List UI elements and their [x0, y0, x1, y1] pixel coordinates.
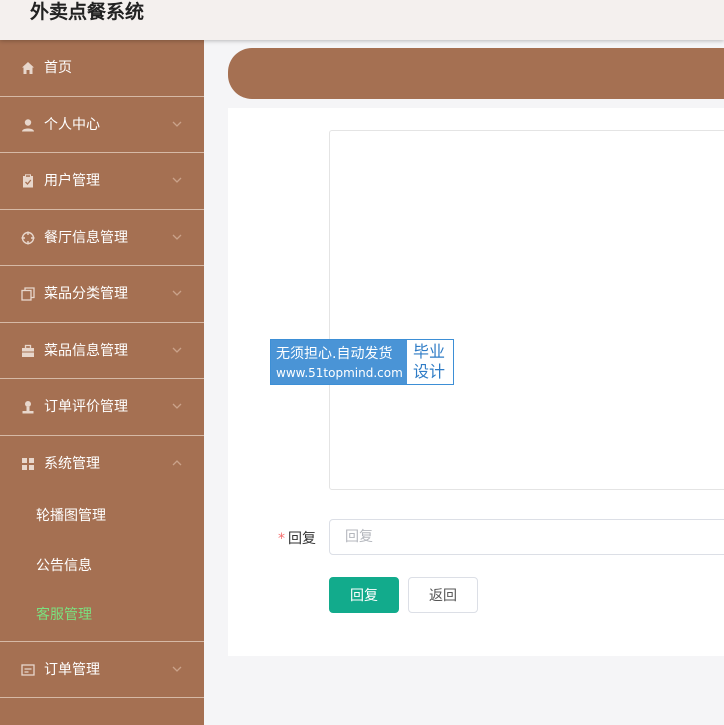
sidebar-item-personal-center[interactable]: 个人中心 — [0, 97, 204, 153]
reply-label: * 回复 — [278, 528, 316, 548]
clipboard-icon — [20, 173, 36, 189]
sidebar-item-label: 个人中心 — [44, 116, 100, 133]
back-button[interactable]: 返回 — [408, 577, 478, 613]
sidebar-item-label: 订单管理 — [44, 661, 100, 678]
reply-button[interactable]: 回复 — [329, 577, 399, 613]
chevron-down-icon — [172, 290, 182, 296]
app-title: 外卖点餐系统 — [30, 1, 145, 23]
required-mark: * — [278, 531, 285, 547]
breadcrumb-bar — [228, 48, 724, 99]
sidebar-item-label: 用户管理 — [44, 173, 100, 189]
sidebar-item-dish-info-management[interactable]: 菜品信息管理 — [0, 323, 204, 379]
sidebar-item-label: 餐厅信息管理 — [44, 229, 128, 246]
chevron-down-icon — [172, 121, 182, 127]
watermark-line1: 无须担心.自动发货 — [276, 346, 393, 362]
submenu-item-carousel[interactable]: 轮播图管理 — [0, 492, 204, 542]
sidebar-item-home[interactable]: 首页 — [0, 40, 204, 97]
chevron-down-icon — [172, 234, 182, 240]
user-icon — [20, 117, 36, 133]
sidebar-item-label: 菜品信息管理 — [44, 342, 128, 359]
sidebar-item-dish-category-management[interactable]: 菜品分类管理 — [0, 266, 204, 323]
watermark-side: 毕业设计 — [413, 342, 446, 381]
watermark-line2: www.51topmind.com — [276, 366, 403, 380]
watermark-logo: 无须担心.自动发货 www.51topmind.com 毕业设计 — [270, 339, 454, 385]
submenu-item-customer-service[interactable]: 客服管理 — [0, 591, 204, 641]
reply-input[interactable] — [329, 519, 724, 555]
card-icon — [20, 662, 36, 678]
sidebar-item-label: 菜品分类管理 — [44, 286, 128, 302]
grid-icon — [20, 456, 36, 472]
app-header: 外卖点餐系统 — [0, 0, 724, 40]
sidebar-item-label: 首页 — [44, 60, 72, 76]
watermark-left: 无须担心.自动发货 www.51topmind.com — [271, 340, 407, 384]
sidebar-item-order-review-management[interactable]: 订单评价管理 — [0, 379, 204, 436]
message-content-area — [329, 130, 724, 490]
sidebar-item-restaurant-management[interactable]: 餐厅信息管理 — [0, 210, 204, 266]
target-icon — [20, 230, 36, 246]
sidebar-item-label: 系统管理 — [44, 455, 100, 472]
home-icon — [20, 60, 36, 76]
chevron-down-icon — [172, 177, 182, 183]
sidebar-item-order-management[interactable]: 订单管理 — [0, 642, 204, 698]
sidebar-item-label: 订单评价管理 — [44, 399, 128, 415]
chevron-up-icon — [172, 459, 182, 465]
submenu-item-announcement[interactable]: 公告信息 — [0, 542, 204, 592]
sidebar: 首页 个人中心 用户管理 餐厅信息管理 菜品分类管理 菜品信息管理 订单评价管理… — [0, 40, 204, 725]
person-icon — [20, 399, 36, 415]
chevron-down-icon — [172, 403, 182, 409]
chevron-down-icon — [172, 347, 182, 353]
sidebar-item-system-management[interactable]: 系统管理 — [0, 436, 204, 493]
sidebar-item-user-management[interactable]: 用户管理 — [0, 153, 204, 210]
copy-icon — [20, 286, 36, 302]
reply-label-text: 回复 — [288, 531, 316, 547]
system-submenu: 轮播图管理 公告信息 客服管理 — [0, 492, 204, 642]
briefcase-icon — [20, 343, 36, 359]
chevron-down-icon — [172, 666, 182, 672]
